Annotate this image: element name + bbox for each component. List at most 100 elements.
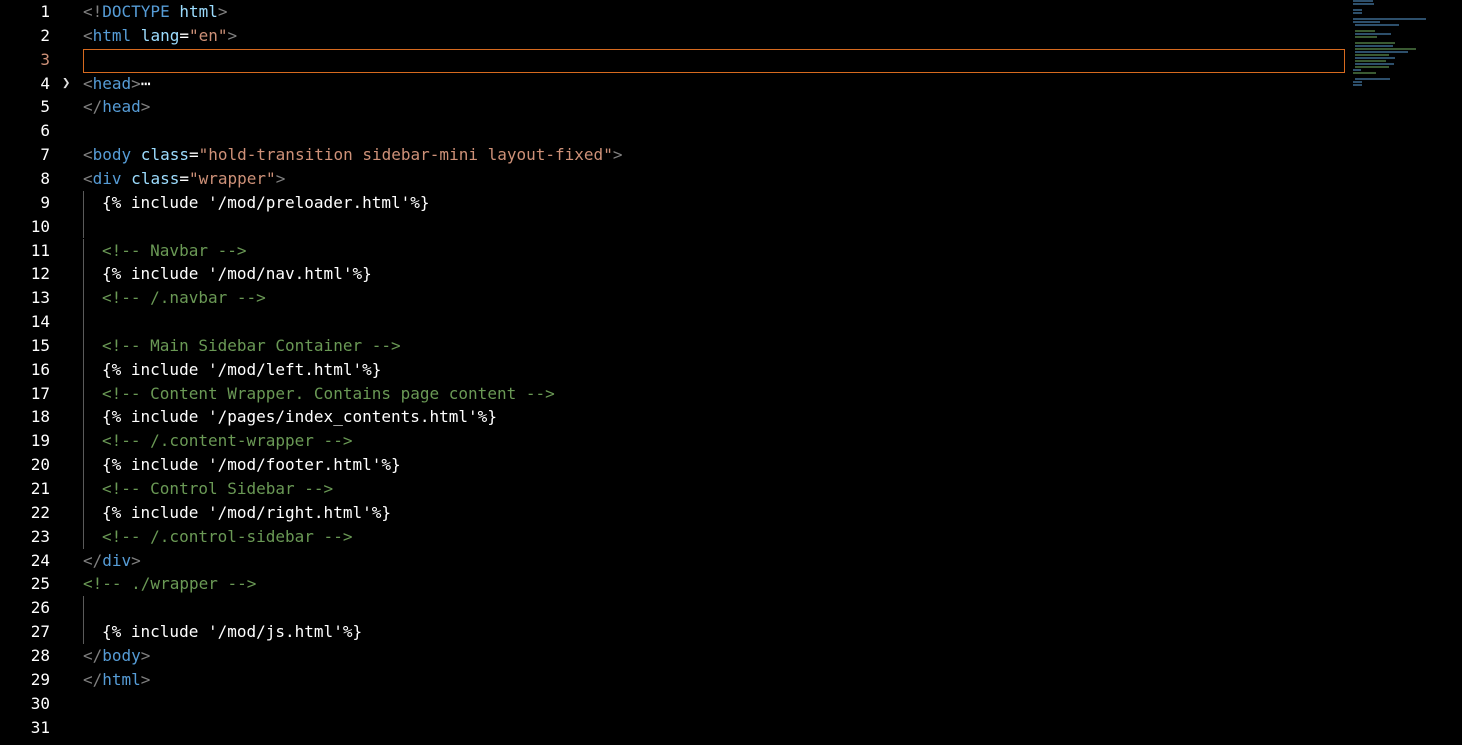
gutter-row: 27 [0,620,80,644]
code-token: html [102,669,141,689]
code-token: = [188,145,199,165]
minimap-line [1355,24,1400,26]
gutter-row: 11 [0,239,80,263]
indent-guide [83,453,84,477]
code-line[interactable]: {% include '/mod/right.html'%} [102,501,391,525]
code-token: <!-- ./wrapper --> [83,574,257,594]
code-token: <! [83,2,103,21]
line-number: 26 [30,598,50,618]
code-token: DOCTYPE [102,2,170,21]
minimap-line [1353,69,1361,71]
gutter-row: 12 [0,262,80,286]
code-token: = [179,168,189,188]
code-line[interactable]: <!-- Content Wrapper. Contains page cont… [102,382,555,406]
gutter-row: 30 [0,692,80,716]
code-token: "hold-transition sidebar-mini layout-fix… [198,145,613,165]
code-token: "wrapper" [188,168,276,188]
line-number: 4 [40,73,50,93]
gutter-row: 19 [0,429,80,453]
code-line[interactable]: {% include '/mod/footer.html'%} [102,453,401,477]
line-number: 16 [30,359,50,379]
code-token: ⋯ [140,73,151,93]
code-line[interactable]: <html lang="en"> [83,24,237,48]
code-line[interactable]: <!DOCTYPE html> [83,0,228,24]
code-token: <!-- Content Wrapper. Contains page cont… [102,383,555,403]
code-line[interactable]: </head> [83,95,150,119]
code-line[interactable]: {% include '/mod/preloader.html'%} [102,191,430,215]
code-line[interactable]: </body> [83,644,150,668]
gutter-row: 29 [0,668,80,692]
minimap-line [1353,9,1363,11]
code-token: > [140,645,151,665]
line-number: 14 [30,312,50,332]
code-token: = [179,25,189,45]
line-number: 21 [30,479,50,498]
line-number: 2 [40,25,50,45]
code-token: {% include '/mod/right.html'%} [102,502,391,522]
code-token: head [102,97,141,117]
gutter-row: 24 [0,549,80,573]
indent-guide [83,238,84,263]
code-line[interactable]: </div> [83,549,141,573]
indent-guide [83,477,84,501]
indent-guide [83,405,84,430]
code-token: > [217,2,228,21]
code-line[interactable]: <!-- Main Sidebar Container --> [102,334,401,358]
gutter-row: 2 [0,24,80,48]
line-number: 10 [30,216,50,236]
line-number: 11 [30,240,50,260]
line-number: 12 [30,264,50,284]
gutter-row: 20 [0,453,80,477]
code-line[interactable]: <!-- /.control-sidebar --> [102,525,352,549]
line-number: 27 [30,622,50,642]
minimap[interactable] [1353,0,1443,86]
code-line[interactable]: <!-- ./wrapper --> [83,572,256,596]
code-line[interactable]: {% include '/mod/left.html'%} [102,358,381,382]
line-number: 31 [30,717,50,737]
indent-guide [83,357,84,382]
indent-guide [83,620,84,644]
code-line[interactable]: {% include '/pages/index_contents.html'%… [102,405,497,429]
code-token: <!-- Control Sidebar --> [102,479,334,498]
code-token: </ [83,550,103,570]
code-line[interactable]: <!-- Navbar --> [102,239,247,263]
gutter-row: 8 [0,167,80,191]
gutter-row: 21 [0,477,80,501]
code-token: html [92,25,132,45]
code-token: div [102,550,132,570]
fold-chevron-icon[interactable]: ❯ [62,72,70,96]
line-number: 6 [40,121,50,141]
code-line[interactable]: <!-- Control Sidebar --> [102,477,333,501]
code-line[interactable]: {% include '/mod/nav.html'%} [102,262,372,286]
code-token: "en" [188,25,228,45]
gutter-row: 22 [0,501,80,525]
minimap-line [1353,81,1363,83]
gutter-row: 16 [0,358,80,382]
code-line[interactable]: <body class="hold-transition sidebar-min… [83,143,622,167]
current-line-highlight [83,48,1345,73]
code-line[interactable]: <!-- /.content-wrapper --> [102,429,352,453]
code-line[interactable]: <head>⋯ [83,72,150,96]
gutter-row: 25 [0,572,80,596]
code-line[interactable]: {% include '/mod/js.html'%} [102,620,362,644]
line-number: 15 [30,335,50,355]
minimap-line [1355,60,1387,62]
code-token: < [83,168,93,188]
gutter-row: 3 [0,48,80,72]
code-token: body [102,645,141,665]
code-line[interactable]: </html> [83,668,150,692]
indent-guide [83,190,84,215]
code-token: > [131,73,141,93]
minimap-line [1353,0,1373,2]
minimap-line [1355,33,1392,35]
code-editor[interactable]: 1 2 3 4 ❯ 5 6 7 8 9 10 11 12 13 14 15 16 17 18 19 20 21 22 23 24… [0,0,1462,745]
code-token: {% include '/mod/footer.html'%} [102,455,401,475]
indent-guide [83,310,84,334]
gutter-row: 17 [0,382,80,406]
code-token: > [131,550,141,570]
gutter-row: 9 [0,191,80,215]
minimap-line [1355,57,1396,59]
code-line[interactable]: <!-- /.navbar --> [102,286,266,310]
code-line[interactable]: <div class="wrapper"> [83,167,285,191]
line-number: 7 [40,145,50,165]
